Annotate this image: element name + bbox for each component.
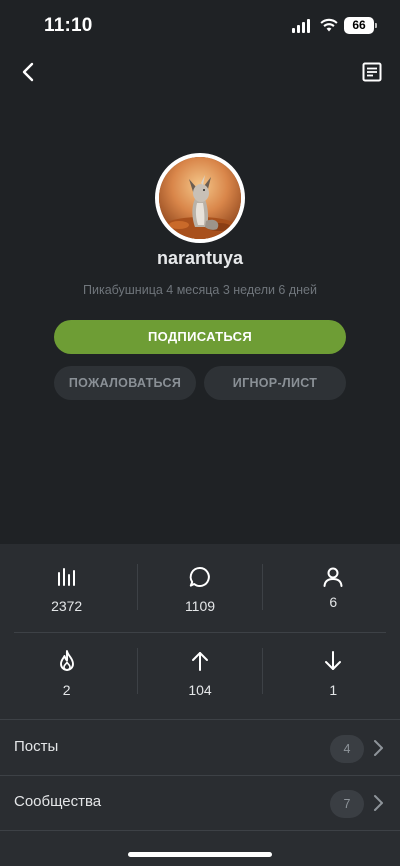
home-indicator[interactable]: [128, 852, 272, 857]
stat-value: 2: [62, 682, 71, 698]
arrow-up-icon: [191, 648, 209, 674]
bar-chart-icon: [56, 564, 78, 590]
arrow-down-icon: [324, 648, 342, 674]
user-icon: [322, 564, 344, 590]
stat-value: 2372: [51, 598, 83, 614]
report-button[interactable]: ПОЖАЛОВАТЬСЯ: [54, 366, 196, 400]
member-tenure: Пикабушница 4 месяца 3 недели 6 дней: [82, 283, 317, 297]
back-button[interactable]: [14, 58, 42, 86]
profile-screen: 11:10 66 narantuya Пикабушница 4 месяца …: [0, 0, 400, 866]
stat-upvotes: 104: [133, 648, 266, 728]
wifi-icon: [320, 17, 338, 38]
stats-panel: 2372 1109 6 2 104 1 Посты 4 Сообщества 7: [0, 544, 400, 866]
fire-icon: [57, 648, 77, 674]
stat-hot: 2: [0, 648, 133, 728]
stats-row: 2 104 1: [0, 648, 400, 728]
posts-row[interactable]: Посты 4: [0, 720, 400, 776]
signal-icon: [292, 19, 310, 33]
chevron-left-icon: [22, 62, 34, 82]
divider: [137, 564, 138, 610]
notes-icon: [362, 62, 382, 82]
notes-button[interactable]: [358, 58, 386, 86]
chevron-right-icon: [374, 795, 383, 811]
ignore-list-button[interactable]: ИГНОР-ЛИСТ: [204, 366, 346, 400]
status-bar: 11:10 66: [0, 0, 400, 54]
communities-row[interactable]: Сообщества 7: [0, 775, 400, 831]
stat-downvotes: 1: [267, 648, 400, 728]
count-badge: 7: [330, 790, 364, 818]
count-badge: 4: [330, 735, 364, 763]
divider: [262, 564, 263, 610]
stat-value: 1109: [184, 598, 216, 614]
row-label: Посты: [14, 738, 59, 755]
divider: [137, 648, 138, 694]
divider: [0, 830, 400, 831]
status-time: 11:10: [44, 15, 93, 36]
comment-icon: [188, 564, 212, 590]
subscribe-button[interactable]: ПОДПИСАТЬСЯ: [54, 320, 346, 354]
divider: [262, 648, 263, 694]
stat-value: 1: [329, 682, 338, 698]
chevron-right-icon: [374, 740, 383, 756]
stat-value: 104: [188, 682, 212, 698]
battery-indicator: 66: [344, 17, 377, 34]
avatar[interactable]: [155, 153, 245, 243]
row-label: Сообщества: [14, 793, 102, 810]
username: narantuya: [156, 248, 244, 268]
stat-value: 6: [329, 594, 338, 610]
divider: [14, 632, 386, 633]
